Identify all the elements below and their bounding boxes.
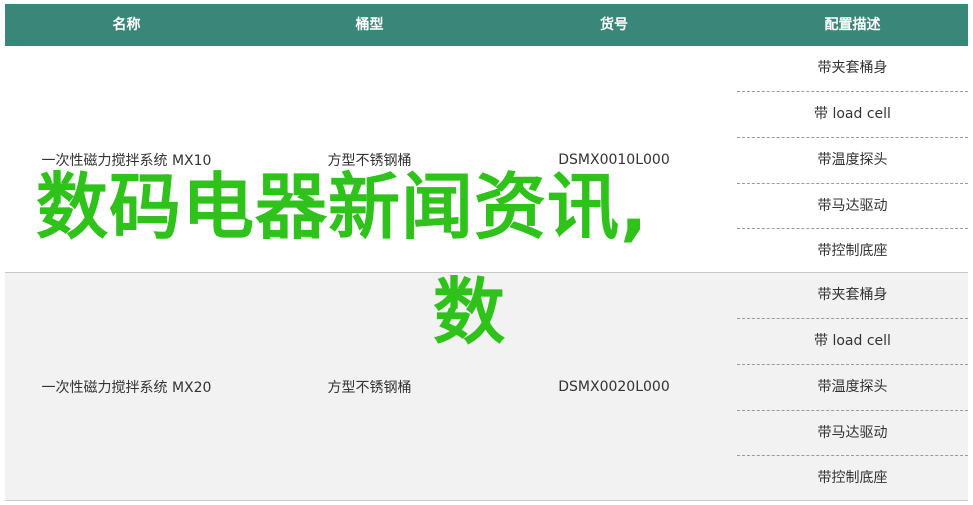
overlay-subtitle: 数 [433,270,506,354]
config-item: 带 load cell [737,91,968,137]
header-sku: 货号 [600,17,628,33]
config-item: 带 load cell [737,318,968,364]
config-item: 带温度探头 [737,364,968,410]
cell-config: 带夹套桶身 带 load cell 带温度探头 带马达驱动 带控制底座 [737,46,968,273]
config-item: 带控制底座 [737,228,968,274]
header-config: 配置描述 [824,17,881,33]
config-item: 带马达驱动 [737,410,968,456]
header-bucket: 桶型 [355,17,384,33]
config-item: 带控制底座 [737,455,968,501]
table-header: 名称 桶型 货号 配置描述 [5,4,968,46]
config-item: 带马达驱动 [737,183,968,229]
product-config-table: 名称 桶型 货号 配置描述 一次性磁力搅拌系统 MX10 方型不锈钢桶 DSMX… [5,4,968,501]
row-divider [5,500,968,501]
cell-sku: DSMX0020L000 [558,379,670,395]
cell-name: 一次性磁力搅拌系统 MX20 [41,380,212,396]
cell-config: 带夹套桶身 带 load cell 带温度探头 带马达驱动 带控制底座 [737,273,968,501]
config-item: 带温度探头 [737,137,968,183]
config-item: 带夹套桶身 [817,287,888,303]
header-name: 名称 [112,17,141,33]
config-item: 带夹套桶身 [817,60,888,76]
overlay-title: 数码电器新闻资讯, [36,165,649,249]
